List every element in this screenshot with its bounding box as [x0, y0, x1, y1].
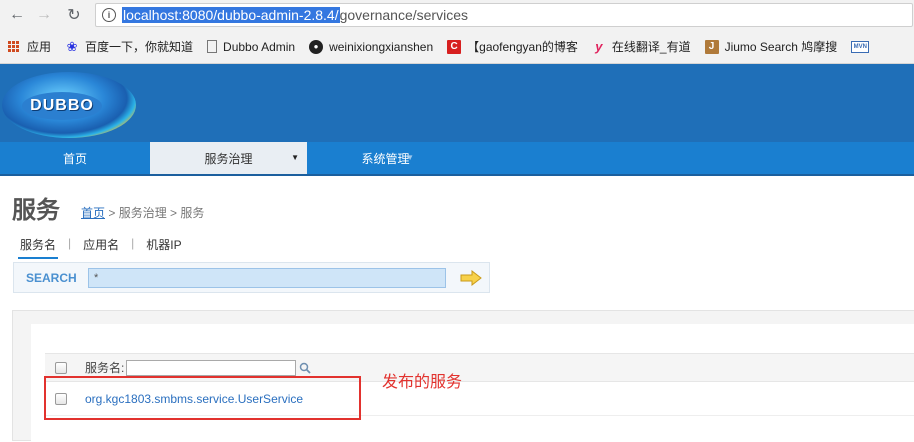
- app-header: DUBBO: [0, 64, 914, 142]
- select-all-checkbox[interactable]: [55, 361, 67, 374]
- bookmark-youdao[interactable]: y 在线翻译_有道: [592, 38, 691, 55]
- logo-text: DUBBO: [22, 92, 102, 120]
- menu-home[interactable]: 首页: [0, 142, 150, 174]
- search-bar: SEARCH: [13, 262, 490, 293]
- bookmark-label: 应用: [27, 40, 52, 54]
- breadcrumb: 首页 > 服务治理 > 服务: [81, 204, 204, 221]
- url-selected-text: localhost:8080/dubbo-admin-2.8.4/: [122, 7, 340, 23]
- tab-service-name[interactable]: 服务名: [18, 236, 59, 259]
- search-input[interactable]: [88, 267, 446, 288]
- url-rest-text: governance/services: [339, 7, 468, 23]
- csdn-icon: C: [447, 39, 462, 54]
- forward-arrow-icon[interactable]: →: [33, 4, 55, 26]
- bookmark-label: 在线翻译_有道: [611, 40, 691, 54]
- menu-system-label: 系统管理: [361, 151, 410, 166]
- bookmark-label: 百度一下，你就知道: [85, 40, 194, 54]
- tab-separator: |: [68, 236, 72, 250]
- address-bar[interactable]: i localhost:8080/dubbo-admin-2.8.4/ gove…: [95, 3, 913, 27]
- service-filter-input[interactable]: [126, 359, 297, 376]
- breadcrumb-rest: > 服务治理 > 服务: [105, 206, 205, 220]
- caret-down-icon: ▼: [406, 153, 414, 162]
- menu-system[interactable]: 系统管理 ▼: [307, 142, 464, 174]
- bookmark-dubbo-admin[interactable]: Dubbo Admin: [207, 40, 295, 54]
- jiumo-icon: J: [704, 39, 719, 54]
- search-icon[interactable]: [299, 362, 311, 374]
- browser-toolbar: ← → ↻ i localhost:8080/dubbo-admin-2.8.4…: [0, 0, 914, 30]
- page-icon: [207, 40, 218, 53]
- bookmarks-bar: 应用 ❀ 百度一下，你就知道 Dubbo Admin ● weinixiongx…: [0, 30, 914, 64]
- bookmark-csdn[interactable]: C 【gaofengyan的博客: [447, 38, 578, 55]
- menu-governance[interactable]: 服务治理 ▼: [150, 142, 307, 174]
- caret-down-icon: ▼: [291, 153, 299, 162]
- breadcrumb-home-link[interactable]: 首页: [81, 206, 105, 220]
- bookmark-baidu[interactable]: ❀ 百度一下，你就知道: [65, 38, 193, 55]
- back-arrow-icon[interactable]: ←: [6, 4, 28, 26]
- bookmark-label: Jiumo Search 鸠摩搜: [724, 40, 838, 54]
- tab-separator: |: [131, 236, 135, 250]
- main-menu: 首页 服务治理 ▼ 系统管理 ▼: [0, 142, 914, 176]
- bookmark-jiumo[interactable]: J Jiumo Search 鸠摩搜: [704, 38, 838, 55]
- page-title: 服务: [12, 197, 60, 224]
- mvn-icon: MVN: [851, 40, 870, 53]
- search-tabs: 服务名 | 应用名 | 机器IP: [18, 236, 184, 259]
- info-icon[interactable]: i: [102, 8, 116, 22]
- tab-app-name[interactable]: 应用名: [81, 236, 121, 259]
- baidu-icon: ❀: [66, 38, 78, 54]
- dubbo-logo[interactable]: DUBBO: [2, 70, 136, 140]
- menu-home-label: 首页: [62, 151, 87, 166]
- menu-governance-label: 服务治理: [204, 151, 253, 166]
- bookmark-label: Dubbo Admin: [223, 39, 296, 54]
- reload-icon[interactable]: ↻: [63, 4, 85, 26]
- tab-machine-ip[interactable]: 机器IP: [144, 236, 183, 259]
- bookmark-label: 【gaofengyan的博客: [467, 40, 578, 54]
- bookmark-github[interactable]: ● weinixiongxianshen: [309, 39, 434, 54]
- bookmark-label: weinixiongxianshen: [329, 39, 434, 54]
- annotation-text: 发布的服务: [382, 372, 463, 391]
- filter-label: 服务名:: [85, 361, 125, 375]
- search-label: SEARCH: [26, 270, 77, 285]
- github-icon: ●: [309, 39, 324, 54]
- youdao-icon: y: [595, 39, 603, 54]
- annotation-highlight-box: [44, 376, 361, 420]
- search-go-arrow-icon[interactable]: [460, 269, 482, 286]
- bookmark-apps[interactable]: 应用: [0, 38, 51, 55]
- apps-icon: [8, 41, 19, 52]
- bookmark-mvn[interactable]: MVN: [851, 40, 875, 53]
